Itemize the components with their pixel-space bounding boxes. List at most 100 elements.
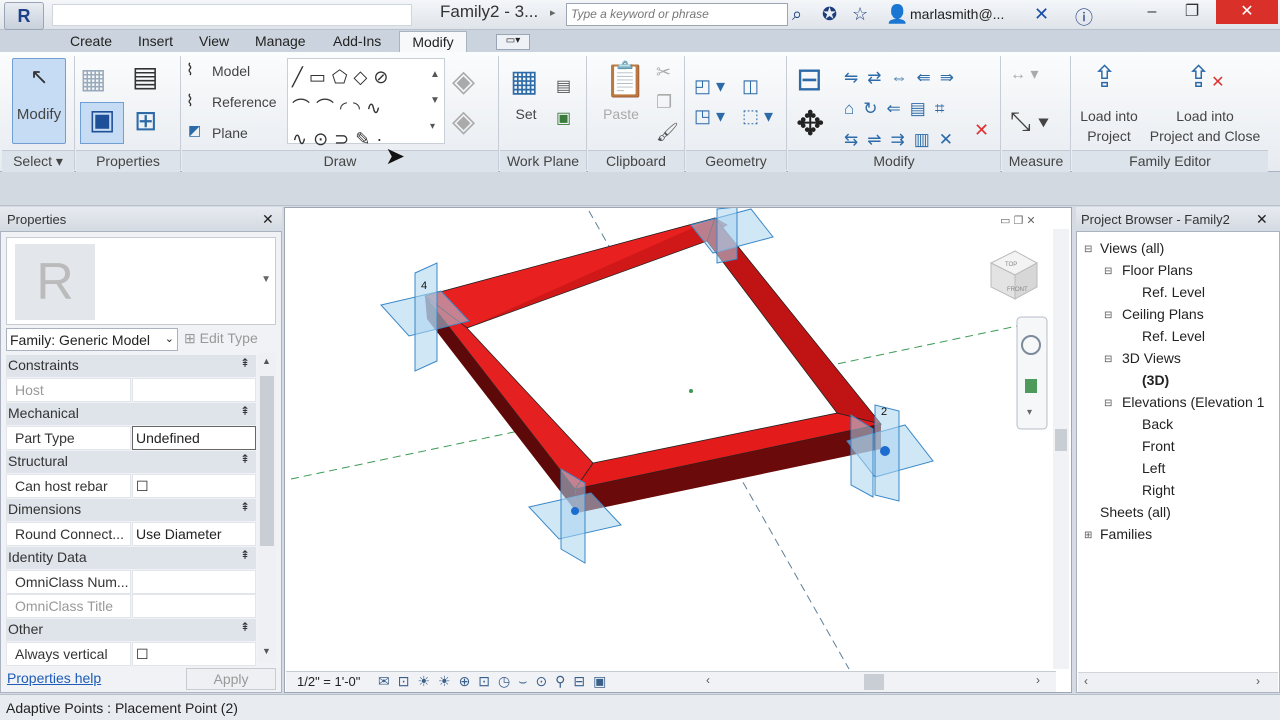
paint-icon[interactable]: ⬚ ▾ [742, 106, 773, 127]
set-button[interactable]: Set [505, 106, 547, 122]
tab-add-ins[interactable]: Add-Ins [333, 33, 381, 49]
group-identity-data[interactable]: Identity Data ⇞ [6, 547, 256, 569]
type-properties-icon[interactable]: ⊞ [134, 104, 157, 137]
property-value[interactable] [132, 594, 256, 618]
properties-button[interactable]: ▣ [80, 102, 124, 144]
restore-button[interactable]: ❐ [1172, 0, 1212, 24]
scroll-right-icon[interactable]: › [1256, 674, 1260, 688]
close-icon[interactable]: ✕ [1256, 211, 1268, 228]
subscription-icon[interactable]: ✪ [822, 4, 837, 25]
property-row-always-vertical[interactable]: Always vertical ☐ [6, 642, 256, 666]
scrollbar-thumb[interactable] [260, 376, 274, 546]
draw-shape-icons[interactable]: ╱▭⬠◇⊘ ⌒⌒◜◝∿ ∿⊙⊃✎· [292, 62, 432, 155]
type-selector-preview[interactable]: R ▼ [6, 237, 276, 325]
properties-help-link[interactable]: Properties help [7, 670, 101, 686]
close-icon[interactable]: ✕ [262, 211, 274, 228]
view-control-icons[interactable]: ✉⊡☀☀⊕⊡◷⌣⊙⚲⊟▣ [378, 673, 614, 690]
viewer-icon[interactable]: ▣ [556, 108, 571, 128]
tree-toggle-icon[interactable]: ⊟ [1084, 244, 1092, 255]
view-window-controls[interactable]: ▭ ❐ ✕ [1000, 214, 1036, 227]
property-row-part-type[interactable]: Part Type Undefined [6, 426, 256, 450]
browser-node[interactable]: Ref. Level [1142, 284, 1205, 300]
scroll-up-icon[interactable]: ▲ [262, 356, 271, 366]
select-panel-label[interactable]: Select ▾ [2, 150, 74, 172]
align-icon[interactable]: ⊟ [796, 60, 823, 98]
group-constraints[interactable]: Constraints ⇞ [6, 355, 256, 377]
tab-modify[interactable]: Modify [399, 31, 467, 53]
exchange-icon[interactable]: ✕ [1034, 4, 1049, 25]
cut-icon[interactable]: ✂ [656, 62, 671, 83]
dimension-icon[interactable]: ⤡ ▾ [1010, 106, 1049, 138]
panel-toggle-icon[interactable]: ▭▾ [496, 34, 530, 50]
property-row-can-host-rebar[interactable]: Can host rebar ☐ [6, 474, 256, 498]
scroll-left-icon[interactable]: ‹ [1084, 674, 1088, 688]
browser-node[interactable]: Families [1100, 526, 1152, 542]
property-value[interactable] [132, 378, 256, 402]
collapse-icon[interactable]: ⇞ [240, 500, 250, 514]
collapse-icon[interactable]: ⇞ [240, 404, 250, 418]
chevron-right-icon[interactable]: ▸ [550, 6, 556, 19]
browser-node[interactable]: Elevations (Elevation 1 [1122, 394, 1264, 410]
apply-button[interactable]: Apply [186, 668, 276, 690]
paste-button[interactable]: Paste [598, 106, 644, 122]
search-input[interactable]: Type a keyword or phrase [566, 3, 788, 26]
scrollbar-thumb[interactable] [1055, 429, 1067, 451]
copy-icon[interactable]: ❐ [656, 92, 672, 113]
minimize-button[interactable]: – [1132, 0, 1172, 24]
scroll-right-icon[interactable]: › [1036, 673, 1040, 687]
family-category-icon[interactable]: ▤ [132, 60, 158, 93]
property-row-host[interactable]: Host [6, 378, 256, 402]
group-structural[interactable]: Structural ⇞ [6, 451, 256, 473]
draw-plane-button[interactable]: Plane [212, 125, 248, 141]
browser-node[interactable]: Back [1142, 416, 1173, 432]
grid-set-icon[interactable]: ▦ [510, 64, 538, 99]
collapse-icon[interactable]: ⇞ [240, 452, 250, 466]
placement-point[interactable] [880, 446, 890, 456]
tab-create[interactable]: Create [70, 33, 112, 49]
property-value[interactable]: Use Diameter [132, 522, 256, 546]
property-row-omniclass-number[interactable]: OmniClass Num... [6, 570, 256, 594]
pick-faces-icon[interactable]: ◈ [452, 104, 475, 139]
always-vertical-checkbox[interactable]: ☐ [132, 642, 256, 666]
measure-distance-icon[interactable]: ↔ ▾ [1010, 64, 1038, 84]
close-button[interactable]: ✕ [1216, 0, 1278, 24]
view-canvas[interactable]: 4 2 TOP FRONT ▾ [284, 207, 1072, 693]
edit-type-button[interactable]: ⊞ Edit Type [184, 330, 258, 347]
group-mechanical[interactable]: Mechanical ⇞ [6, 403, 256, 425]
group-dimensions[interactable]: Dimensions ⇞ [6, 499, 256, 521]
join-geometry-icon[interactable]: ◫ [742, 76, 759, 97]
browser-node[interactable]: Ceiling Plans [1122, 306, 1204, 322]
collapse-icon[interactable]: ⇞ [240, 548, 250, 562]
tree-toggle-icon[interactable]: ⊟ [1104, 354, 1112, 365]
property-value[interactable] [132, 570, 256, 594]
move-icon[interactable]: ✥ [796, 104, 825, 144]
user-icon[interactable]: 👤 [886, 4, 908, 25]
draw-reference-button[interactable]: Reference [212, 94, 277, 110]
split-face-icon[interactable]: ◳ ▾ [694, 106, 725, 127]
tree-toggle-icon[interactable]: ⊟ [1104, 310, 1112, 321]
browser-node[interactable]: 3D Views [1122, 350, 1181, 366]
part-type-input[interactable]: Undefined [132, 426, 256, 450]
tab-manage[interactable]: Manage [255, 33, 306, 49]
collapse-icon[interactable]: ⇞ [240, 620, 250, 634]
application-menu-button[interactable]: R [4, 2, 44, 30]
browser-node[interactable]: (3D) [1142, 372, 1169, 388]
tree-toggle-icon[interactable]: ⊟ [1104, 266, 1112, 277]
browser-horizontal-scrollbar[interactable] [1078, 672, 1278, 692]
property-row-round-connector[interactable]: Round Connect... Use Diameter [6, 522, 256, 546]
navigation-bar[interactable]: ▾ [1016, 316, 1048, 430]
scroll-down-icon[interactable]: ▼ [262, 646, 271, 656]
help-icon[interactable]: ⓘ [1075, 4, 1093, 30]
star-icon[interactable]: ☆ [852, 4, 868, 25]
family-types-icon[interactable]: ▦ [80, 62, 106, 95]
browser-node[interactable]: Ref. Level [1142, 328, 1205, 344]
tab-insert[interactable]: Insert [138, 33, 173, 49]
quick-access-toolbar[interactable] [52, 4, 412, 26]
tab-view[interactable]: View [199, 33, 229, 49]
horizontal-scrollbar-thumb[interactable] [864, 674, 884, 690]
browser-node[interactable]: Left [1142, 460, 1165, 476]
user-name[interactable]: marlasmith@... [910, 6, 1004, 22]
scroll-left-icon[interactable]: ‹ [706, 673, 710, 687]
binoculars-icon[interactable]: ⌕ [792, 4, 802, 25]
can-host-rebar-checkbox[interactable]: ☐ [132, 474, 256, 498]
